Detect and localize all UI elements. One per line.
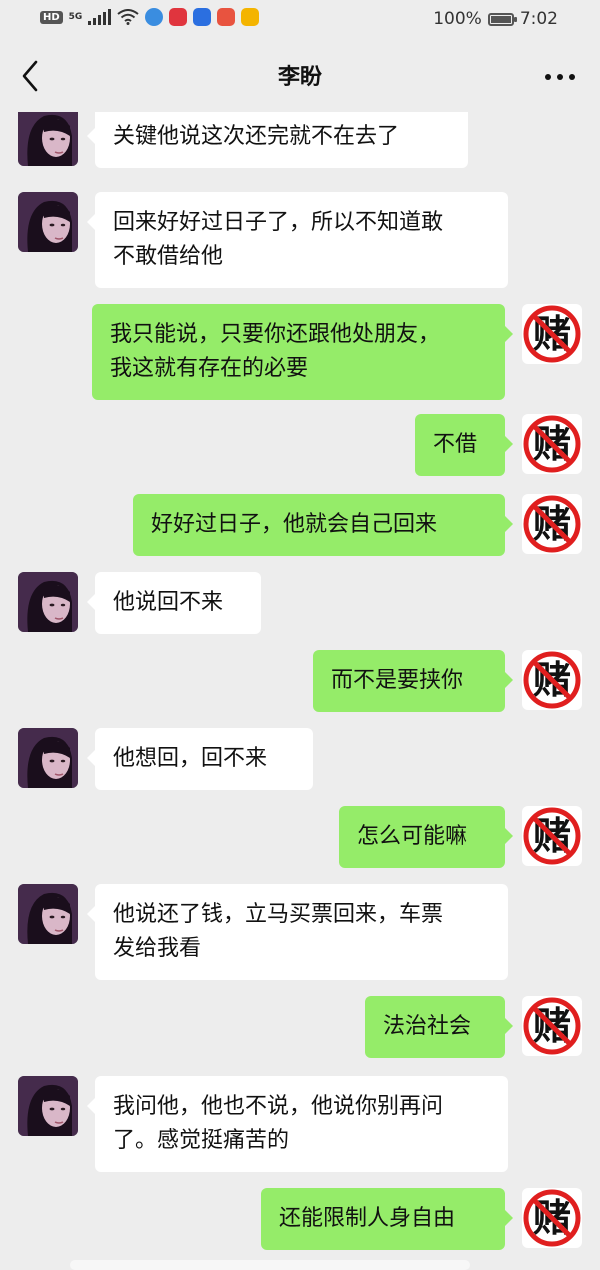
my-avatar[interactable]: 赌 xyxy=(522,494,582,554)
app-notification-icon xyxy=(217,8,236,26)
message-bubble[interactable]: 而不是要挟你 xyxy=(313,650,513,712)
app-notification-icon xyxy=(145,8,164,26)
contact-avatar[interactable] xyxy=(18,1076,78,1136)
my-avatar[interactable]: 赌 xyxy=(522,414,582,474)
no-gambling-sign-icon: 赌 xyxy=(522,494,582,554)
battery-percent: 100% xyxy=(433,9,482,29)
more-dots-icon xyxy=(545,74,575,80)
message-bubble[interactable]: 还能限制人身自由 xyxy=(261,1188,513,1250)
status-bar: HD 5G 100% 7:02 xyxy=(0,0,600,40)
no-gambling-sign-icon: 赌 xyxy=(522,414,582,474)
no-gambling-sign-icon: 赌 xyxy=(522,996,582,1056)
contact-avatar[interactable] xyxy=(18,884,78,944)
message-bubble[interactable]: 他说还了钱，立马买票回来，车票 发给我看 xyxy=(87,884,508,980)
no-gambling-sign-icon: 赌 xyxy=(522,806,582,866)
message-bubble[interactable]: 好好过日子，他就会自己回来 xyxy=(133,494,513,556)
no-gambling-sign-icon: 赌 xyxy=(522,650,582,710)
no-gambling-sign-icon: 赌 xyxy=(522,1188,582,1248)
wifi-icon xyxy=(117,9,139,25)
contact-avatar[interactable] xyxy=(18,728,78,788)
network-label: 5G xyxy=(68,12,83,22)
weibo-icon xyxy=(241,8,260,26)
message-bubble[interactable]: 回来好好过日子了，所以不知道敢 不敢借给他 xyxy=(87,192,508,288)
message-list[interactable]: 关键他说这次还完就不在去了 回来好好过日子了，所以不知道敢 不敢借给他 赌 我只… xyxy=(0,112,600,1267)
chat-header: 李盼 xyxy=(0,40,600,112)
message-bubble[interactable]: 我只能说，只要你还跟他处朋友， 我这就有存在的必要 xyxy=(92,304,513,400)
status-right: 100% 7:02 xyxy=(433,9,558,29)
hd-badge: HD xyxy=(40,10,63,24)
chat-title: 李盼 xyxy=(277,65,322,90)
message-bubble[interactable]: 关键他说这次还完就不在去了 xyxy=(87,112,468,168)
my-avatar[interactable]: 赌 xyxy=(522,806,582,866)
my-avatar[interactable]: 赌 xyxy=(522,304,582,364)
my-avatar[interactable]: 赌 xyxy=(522,996,582,1056)
signal-icon xyxy=(88,9,112,25)
contact-avatar[interactable] xyxy=(18,572,78,632)
input-bar-edge xyxy=(70,1260,470,1270)
no-gambling-sign-icon: 赌 xyxy=(522,304,582,364)
message-bubble[interactable]: 不借 xyxy=(415,414,513,476)
clock: 7:02 xyxy=(519,9,558,29)
message-bubble[interactable]: 他想回，回不来 xyxy=(87,728,313,790)
contact-avatar[interactable] xyxy=(18,112,78,166)
contact-avatar[interactable] xyxy=(18,192,78,252)
message-bubble[interactable]: 我问他，他也不说，他说你别再问 了。感觉挺痛苦的 xyxy=(87,1076,508,1172)
app-notification-icon xyxy=(169,8,188,26)
my-avatar[interactable]: 赌 xyxy=(522,650,582,710)
status-left: HD 5G xyxy=(40,8,260,26)
battery-icon xyxy=(487,12,517,26)
app-notification-icon xyxy=(193,8,212,26)
more-button[interactable] xyxy=(540,60,580,90)
message-bubble[interactable]: 法治社会 xyxy=(365,996,513,1058)
message-bubble[interactable]: 怎么可能嘛 xyxy=(339,806,513,868)
my-avatar[interactable]: 赌 xyxy=(522,1188,582,1248)
message-bubble[interactable]: 他说回不来 xyxy=(87,572,261,634)
